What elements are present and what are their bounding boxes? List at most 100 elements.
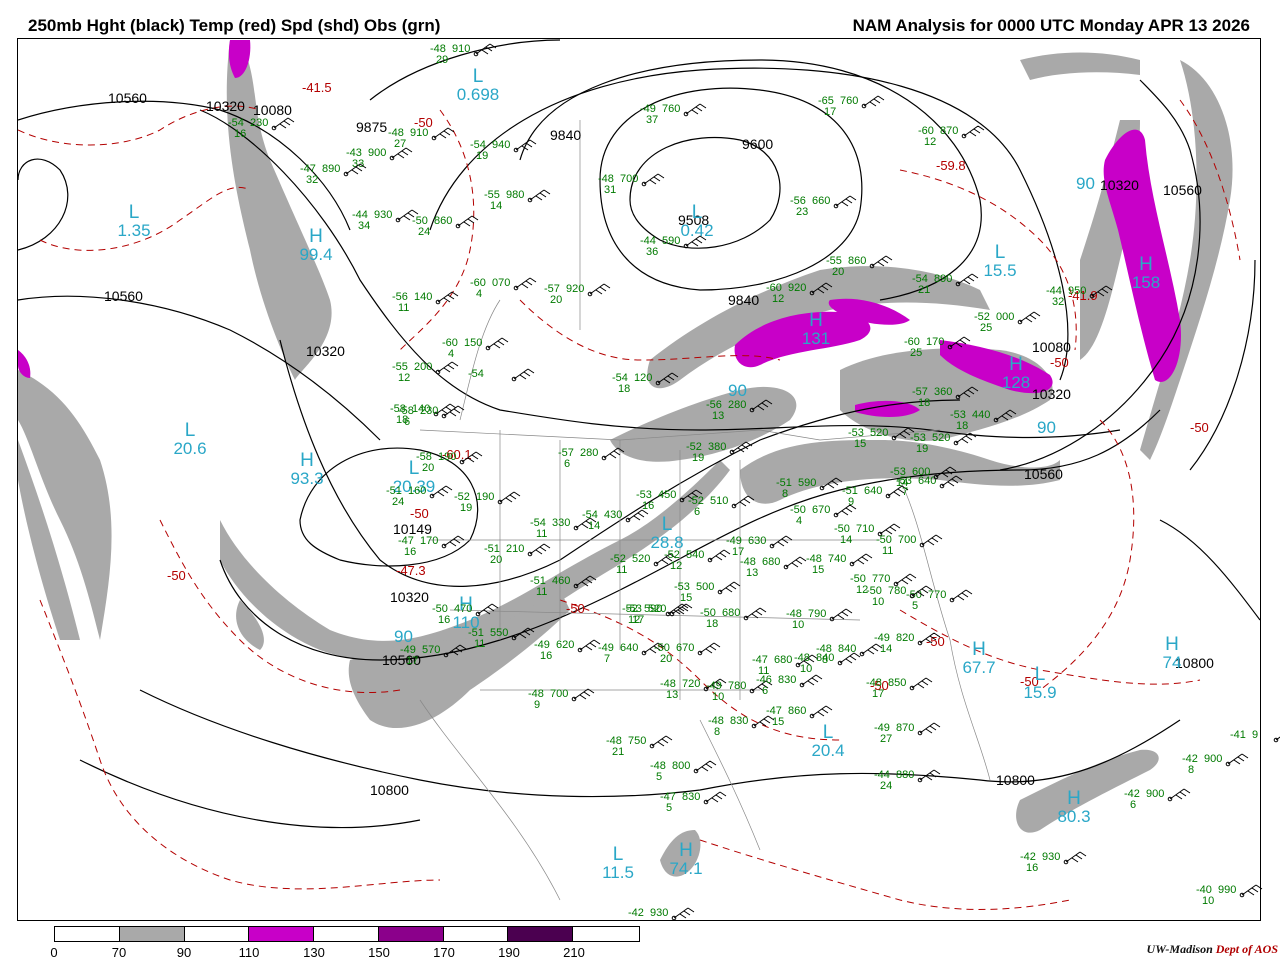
obs-dewpoint-depression: 9 bbox=[534, 699, 540, 711]
obs-height: 750 bbox=[628, 735, 646, 747]
wind-barb bbox=[487, 337, 509, 349]
obs-height: 680 bbox=[762, 556, 780, 568]
obs-height: 670 bbox=[676, 642, 694, 654]
obs-dewpoint-depression: 6 bbox=[1130, 799, 1136, 811]
station-plot: -52 5106 bbox=[688, 495, 755, 518]
obs-dewpoint-depression: 16 bbox=[642, 500, 654, 512]
obs-height: 680 bbox=[774, 654, 792, 666]
obs-dewpoint-depression: 10 bbox=[800, 663, 812, 675]
speed-label: 90 bbox=[1076, 174, 1095, 193]
wind-barb bbox=[1227, 753, 1249, 765]
obs-height: 170 bbox=[926, 336, 944, 348]
station-plot: -47 8305 bbox=[660, 791, 727, 814]
wind-barb bbox=[895, 573, 917, 585]
station-plot: -54 94019 bbox=[470, 139, 537, 162]
wind-barb bbox=[1169, 788, 1191, 800]
obs-height: 920 bbox=[788, 282, 806, 294]
obs-height: 380 bbox=[708, 441, 726, 453]
legend-tick: 90 bbox=[176, 945, 192, 960]
obs-height: 360 bbox=[934, 386, 952, 398]
obs-height: 700 bbox=[620, 173, 638, 185]
height-label: 10320 bbox=[306, 343, 345, 359]
wind-barb bbox=[879, 523, 901, 535]
height-label: 10320 bbox=[206, 98, 245, 114]
obs-height: 830 bbox=[682, 791, 700, 803]
obs-dewpoint-depression: 8 bbox=[782, 488, 788, 500]
obs-dewpoint-depression: 14 bbox=[840, 534, 852, 546]
obs-dewpoint-depression: 19 bbox=[692, 452, 704, 464]
obs-dewpoint-depression: 12 bbox=[398, 372, 410, 384]
obs-height: 280 bbox=[580, 447, 598, 459]
center-value: 0.42 bbox=[680, 221, 713, 240]
obs-height: 820 bbox=[896, 632, 914, 644]
obs-height: 680 bbox=[722, 607, 740, 619]
height-label: 10080 bbox=[253, 102, 292, 118]
station-plot: -41 9 bbox=[1230, 729, 1280, 743]
obs-height: 190 bbox=[476, 491, 494, 503]
high-center-symbol: H bbox=[679, 840, 693, 861]
height-label: 10560 bbox=[108, 90, 147, 106]
obs-height: 590 bbox=[798, 477, 816, 489]
height-label: 10560 bbox=[104, 288, 143, 304]
obs-dewpoint-depression: 15 bbox=[772, 716, 784, 728]
wind-barb bbox=[573, 688, 595, 700]
center-value: 15.5 bbox=[983, 261, 1016, 280]
obs-dewpoint-depression: 19 bbox=[476, 150, 488, 162]
legend-tick: 130 bbox=[303, 945, 325, 960]
temp-label: -59.8 bbox=[936, 158, 966, 173]
obs-height: 940 bbox=[492, 139, 510, 151]
obs-dewpoint-depression: 13 bbox=[666, 689, 678, 701]
station-plot: -47 89032 bbox=[300, 163, 367, 186]
temp-label: -50 bbox=[410, 506, 429, 521]
high-center-symbol: H bbox=[309, 226, 323, 247]
wind-barb bbox=[835, 504, 857, 516]
speed-legend bbox=[54, 926, 640, 942]
obs-height: 890 bbox=[322, 163, 340, 175]
obs-dewpoint-depression: 10 bbox=[792, 619, 804, 631]
obs-dewpoint-depression: 11 bbox=[882, 545, 893, 557]
obs-height: 170 bbox=[420, 535, 438, 547]
obs-height: 790 bbox=[808, 608, 826, 620]
wind-barb bbox=[863, 95, 885, 107]
height-label: 10320 bbox=[1032, 386, 1071, 402]
station-plot: -50 86024 bbox=[412, 215, 479, 238]
station-plot: -42 930 bbox=[628, 907, 695, 921]
legend-seg-150-170 bbox=[378, 927, 444, 941]
legend-seg-210 bbox=[573, 927, 640, 941]
obs-dewpoint-depression: 12 bbox=[670, 560, 682, 572]
credit: UW-Madison Dept of AOS bbox=[1147, 942, 1278, 957]
wind-barb bbox=[437, 291, 459, 303]
obs-height: 430 bbox=[604, 509, 622, 521]
station-plot: -48 85017 bbox=[866, 677, 933, 700]
station-plot: -53 50015 bbox=[674, 581, 741, 604]
station-plot: -52 54012 bbox=[664, 549, 731, 572]
obs-dewpoint-depression: 7 bbox=[604, 653, 610, 665]
obs-dewpoint-depression: 31 bbox=[604, 184, 616, 196]
obs-height: 520 bbox=[632, 553, 650, 565]
legend-seg-90-110 bbox=[184, 927, 250, 941]
height-label: 10560 bbox=[1024, 466, 1063, 482]
center-value: 74 bbox=[1163, 653, 1182, 672]
station-plot: -55 98014 bbox=[484, 189, 551, 212]
obs-height: 640 bbox=[864, 485, 882, 497]
obs-height: 520 bbox=[932, 432, 950, 444]
center-value: 67.7 bbox=[962, 658, 995, 677]
wind-barb bbox=[513, 368, 535, 380]
station-plot: -51 5908 bbox=[776, 477, 843, 500]
obs-dewpoint-depression: 17 bbox=[872, 688, 884, 700]
station-plot: -44 88024 bbox=[874, 769, 941, 792]
wind-barb bbox=[1065, 851, 1087, 863]
wind-barb bbox=[963, 125, 985, 137]
obs-dewpoint-depression: 10 bbox=[1202, 895, 1214, 907]
obs-dewpoint-depression: 11 bbox=[536, 586, 547, 598]
obs-height: 470 bbox=[454, 603, 472, 615]
obs-height: 800 bbox=[672, 760, 690, 772]
obs-dewpoint-depression: 5 bbox=[666, 802, 672, 814]
obs-dewpoint-depression: 13 bbox=[712, 410, 724, 422]
obs-height: 900 bbox=[1146, 788, 1164, 800]
height-label: 10560 bbox=[1163, 182, 1202, 198]
height-label: 10080 bbox=[1032, 339, 1071, 355]
station-plot: -50 67020 bbox=[654, 642, 721, 665]
obs-height: 330 bbox=[552, 517, 570, 529]
obs-dewpoint-depression: 8 bbox=[822, 654, 828, 666]
